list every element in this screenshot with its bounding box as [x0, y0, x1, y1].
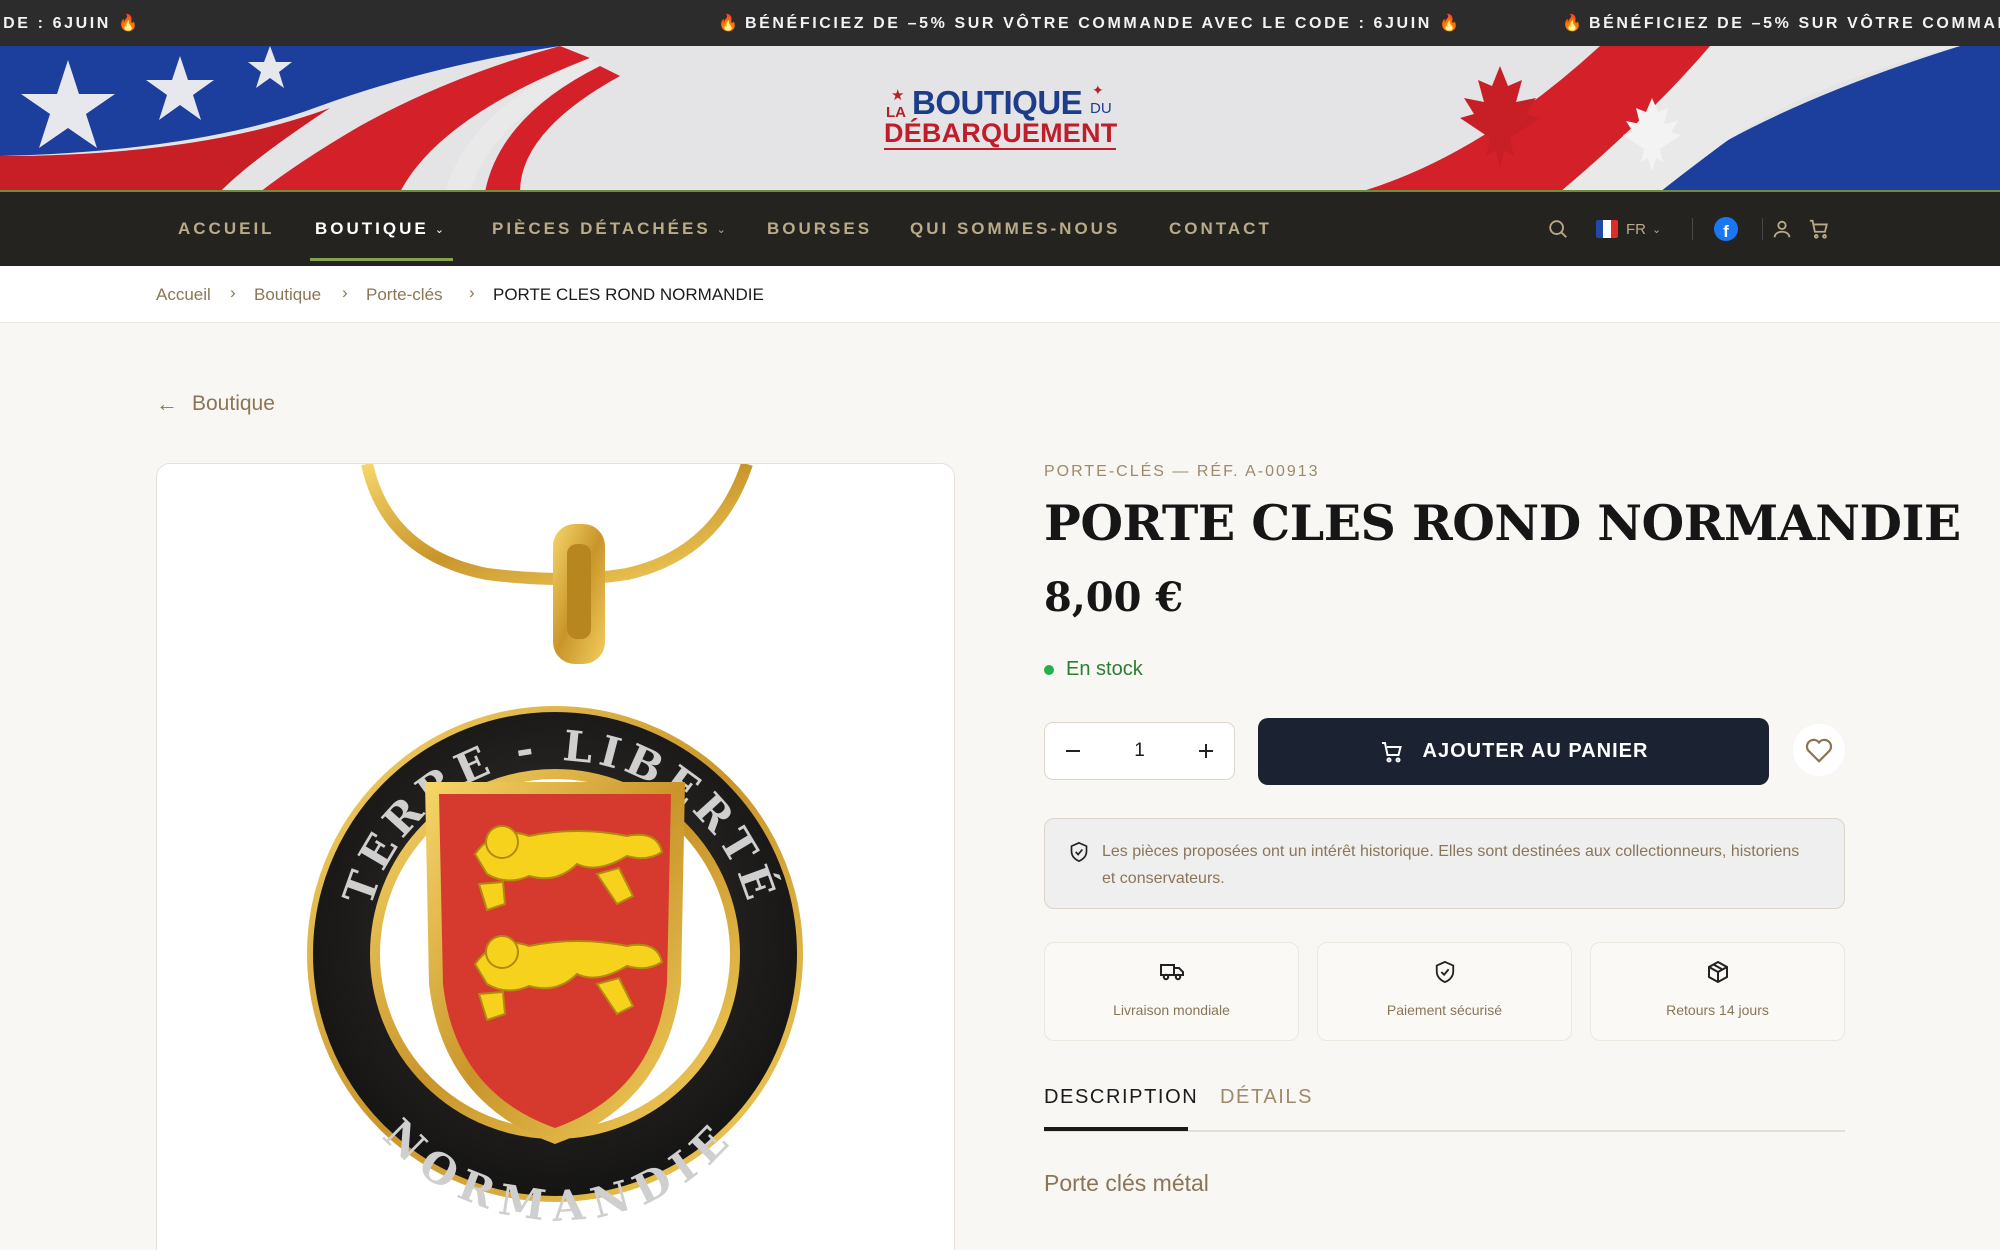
flame-icon: 🔥 [1562, 15, 1582, 32]
feature-label: Retours 14 jours [1666, 1002, 1769, 1018]
nav-item-accueil[interactable]: ACCUEIL [178, 192, 275, 266]
shield-check-icon [1318, 960, 1571, 984]
logo-boutique: BOUTIQUE [912, 84, 1083, 121]
package-icon [1591, 960, 1844, 984]
quantity-stepper: 1 [1044, 722, 1235, 780]
heart-icon [1805, 738, 1833, 763]
feature-worldwide-shipping: Livraison mondiale [1044, 942, 1299, 1041]
wishlist-button[interactable] [1793, 724, 1845, 776]
shield-check-icon [1069, 841, 1089, 868]
add-to-cart-button[interactable]: AJOUTER AU PANIER [1258, 718, 1769, 785]
cart-icon [1379, 740, 1405, 764]
facebook-icon[interactable]: f [1710, 213, 1742, 245]
tab-details[interactable]: DÉTAILS [1220, 1086, 1313, 1132]
promo-message: 🔥 BÉNÉFICIEZ DE –5% SUR VÔTRE COMMANDE A… [1562, 13, 2000, 33]
nav-label: CONTACT [1169, 219, 1272, 238]
cart-icon[interactable] [1803, 213, 1835, 245]
promo-text: BÉNÉFICIEZ DE –5% SUR VÔTRE COMMANDE AVE… [0, 15, 111, 32]
plus-icon [1199, 744, 1213, 758]
historical-notice: Les pièces proposées ont un intérêt hist… [1044, 818, 1845, 909]
nav-item-bourses[interactable]: BOURSES [767, 192, 872, 266]
back-label: Boutique [192, 392, 275, 415]
maple-leaf-icon: ✦ [1092, 82, 1104, 98]
quantity-input[interactable]: 1 [1101, 723, 1178, 779]
flame-icon: 🔥 [117, 15, 138, 32]
nav-active-indicator [310, 258, 453, 261]
add-to-cart-label: AJOUTER AU PANIER [1422, 740, 1649, 762]
promo-track: 🔥 BÉNÉFICIEZ DE –5% SUR VÔTRE COMMANDE A… [1562, 0, 2000, 46]
feature-secure-payment: Paiement sécurisé [1317, 942, 1572, 1041]
nav-label: ACCUEIL [178, 219, 275, 238]
feature-label: Livraison mondiale [1113, 1002, 1230, 1018]
decrease-quantity-button[interactable] [1045, 723, 1101, 779]
promo-text: BÉNÉFICIEZ DE –5% SUR VÔTRE COMMANDE AVE… [744, 15, 1432, 32]
search-icon[interactable] [1542, 213, 1574, 245]
truck-icon [1045, 960, 1298, 982]
language-code: FR [1626, 220, 1646, 238]
notice-text: Les pièces proposées ont un intérêt hist… [1102, 843, 1800, 887]
product-category-ref: PORTE-CLÉS — RÉF. A-00913 [1044, 463, 1320, 480]
back-link[interactable]: ← Boutique [156, 391, 275, 417]
chevron-right-icon: › [469, 283, 475, 302]
breadcrumb-current: PORTE CLES ROND NORMANDIE [493, 285, 764, 304]
language-selector[interactable]: FR ⌄ [1596, 213, 1661, 245]
flame-icon: 🔥 [718, 15, 738, 32]
promo-message: 🔥 BÉNÉFICIEZ DE –5% SUR VÔTRE COMMANDE A… [718, 13, 1459, 33]
product-image-card[interactable]: TERRE - LIBERTÉ NORMANDIE [156, 463, 955, 1250]
nav-label: PIÈCES DÉTACHÉES [492, 219, 711, 238]
stock-status: En stock [1044, 658, 1143, 681]
nav-item-boutique[interactable]: BOUTIQUE ⌄ [315, 192, 444, 266]
chevron-down-icon: ⌄ [1652, 223, 1662, 236]
tab-active-indicator [1044, 1127, 1188, 1131]
breadcrumb: Accueil › Boutique › Porte-clés › PORTE … [0, 266, 2000, 323]
nav-item-pieces-detachees[interactable]: PIÈCES DÉTACHÉES ⌄ [492, 192, 726, 266]
arrow-left-icon: ← [156, 391, 178, 416]
product-image: TERRE - LIBERTÉ NORMANDIE [307, 464, 803, 1232]
chevron-down-icon: ⌄ [716, 223, 726, 236]
breadcrumb-link-accueil[interactable]: Accueil [156, 285, 211, 305]
product-title: PORTE CLES ROND NORMANDIE [1044, 494, 1961, 552]
stock-dot-icon [1044, 664, 1054, 675]
flag-fr-icon [1596, 220, 1618, 238]
stock-label: En stock [1066, 658, 1143, 680]
product-price: 8,00 € [1044, 574, 1184, 621]
logo-underline [884, 148, 1116, 150]
feature-label: Paiement sécurisé [1386, 1002, 1503, 1018]
tab-description[interactable]: DESCRIPTION [1044, 1086, 1198, 1132]
nav-separator [1762, 218, 1763, 240]
star-icon: ★ [891, 87, 905, 104]
nav-item-qui-sommes-nous[interactable]: QUI SOMMES-NOUS [910, 192, 1120, 266]
promo-text: BÉNÉFICIEZ DE –5% SUR VÔTRE COMMANDE AVE… [1588, 15, 2000, 32]
nav-item-contact[interactable]: CONTACT [1169, 192, 1272, 266]
chevron-down-icon: ⌄ [434, 223, 444, 236]
site-logo[interactable]: ★ LA BOUTIQUE ✦ DU DÉBARQUEMENT [880, 82, 1120, 152]
logo-debarquement: DÉBARQUEMENT [884, 118, 1118, 148]
minus-icon [1066, 750, 1080, 752]
promo-message: BÉNÉFICIEZ DE –5% SUR VÔTRE COMMANDE AVE… [0, 13, 182, 33]
chevron-right-icon: › [230, 283, 236, 302]
nav-separator [1692, 218, 1693, 240]
product-description: Porte clés métal [1044, 1170, 1209, 1196]
flame-icon: 🔥 [1438, 15, 1459, 32]
nav-label: BOUTIQUE [315, 219, 429, 238]
account-icon[interactable] [1766, 213, 1798, 245]
increase-quantity-button[interactable] [1178, 723, 1234, 779]
nav-label: BOURSES [767, 219, 873, 238]
nav-label: QUI SOMMES-NOUS [910, 219, 1121, 238]
main-navigation: ACCUEIL BOUTIQUE ⌄ PIÈCES DÉTACHÉES ⌄ BO… [0, 192, 2000, 266]
feature-returns: Retours 14 jours [1590, 942, 1845, 1041]
breadcrumb-link-boutique[interactable]: Boutique [254, 285, 321, 305]
chevron-right-icon: › [342, 283, 348, 302]
logo-du: DU [1090, 100, 1112, 117]
product-tabs: DESCRIPTION DÉTAILS [1044, 1086, 1845, 1132]
promo-bar: BÉNÉFICIEZ DE –5% SUR VÔTRE COMMANDE AVE… [0, 0, 2000, 46]
breadcrumb-link-porte-cles[interactable]: Porte-clés [366, 285, 443, 305]
promo-track: BÉNÉFICIEZ DE –5% SUR VÔTRE COMMANDE AVE… [0, 0, 182, 46]
promo-track: 🔥 BÉNÉFICIEZ DE –5% SUR VÔTRE COMMANDE A… [718, 0, 1459, 46]
